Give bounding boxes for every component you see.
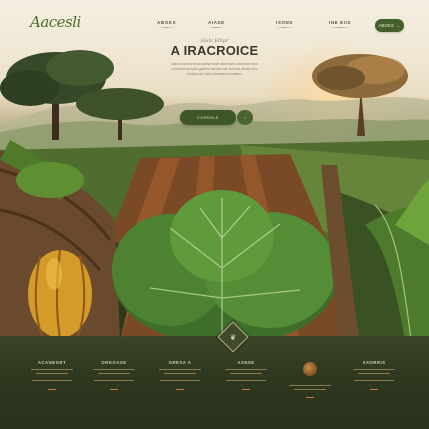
leaf-emblem-icon: ❦: [229, 332, 237, 342]
feature-divider: [358, 372, 390, 374]
feature-accent: [48, 388, 56, 390]
right-crate-illustration: [321, 165, 429, 340]
feature-title: ACANEGRT: [37, 360, 67, 365]
feature-divider: [98, 372, 130, 374]
feature-divider: [294, 388, 326, 390]
feature-accent: [242, 388, 250, 390]
feature-divider: [289, 385, 331, 386]
feature-item-4[interactable]: ASNSE: [216, 360, 276, 390]
feature-divider: [94, 380, 134, 381]
feature-divider: [353, 369, 395, 370]
arrow-right-icon: ›: [244, 115, 246, 120]
nav-cta-label: ABOKS: [378, 23, 394, 28]
feature-divider: [160, 380, 200, 381]
primary-cta-button[interactable]: CORKELE: [180, 110, 236, 125]
hero-section: Aacesli ABOKS AIASE ISONS INE EIIS ABOKS…: [0, 0, 429, 340]
feature-item-3[interactable]: ORESA A: [150, 360, 210, 390]
feature-divider: [159, 369, 201, 370]
squash-illustration: [28, 249, 92, 339]
nav-item-4[interactable]: INE EIIS: [329, 20, 351, 28]
right-tree-illustration: [312, 54, 408, 136]
feature-item-2[interactable]: ORKOASE: [84, 360, 144, 390]
feature-divider: [225, 369, 267, 370]
secondary-cta-button[interactable]: ›: [237, 110, 253, 125]
feature-accent: [176, 388, 184, 390]
hero-title: A IRACROICE: [170, 43, 259, 58]
feature-accent: [110, 388, 118, 390]
cabbage-illustration: [112, 190, 337, 340]
nav-item-3[interactable]: ISONS: [276, 20, 293, 28]
feature-divider: [32, 380, 72, 381]
feature-accent: [370, 388, 378, 390]
feature-divider: [230, 372, 262, 374]
feature-title: ORESA A: [168, 360, 192, 365]
nav-cta-button[interactable]: ABOKS →: [375, 19, 404, 32]
hero-description: Liaeu ousecna ornai ruaesce issei aioune…: [170, 62, 258, 77]
nav-item-1[interactable]: ABOKS: [157, 20, 176, 28]
feature-divider: [354, 380, 394, 381]
feature-divider: [226, 380, 266, 381]
feature-title: ASNSE: [237, 360, 255, 365]
feature-accent: [306, 397, 314, 399]
feature-title: ASORRIS: [362, 360, 386, 365]
feature-divider: [31, 369, 73, 370]
feature-item-6[interactable]: ASORRIS: [344, 360, 404, 390]
feature-title: ORKOASE: [101, 360, 127, 365]
feature-divider: [93, 369, 135, 370]
brand-logo[interactable]: Aacesli: [30, 13, 81, 31]
nav-item-2[interactable]: AIASE: [208, 20, 225, 28]
arrow-right-icon: →: [396, 23, 401, 28]
feature-item-1[interactable]: ACANEGRT: [22, 360, 82, 390]
primary-cta-label: CORKELE: [197, 115, 219, 120]
seed-cluster-icon: [303, 362, 317, 376]
feature-divider: [164, 372, 196, 374]
feature-divider: [36, 372, 68, 374]
